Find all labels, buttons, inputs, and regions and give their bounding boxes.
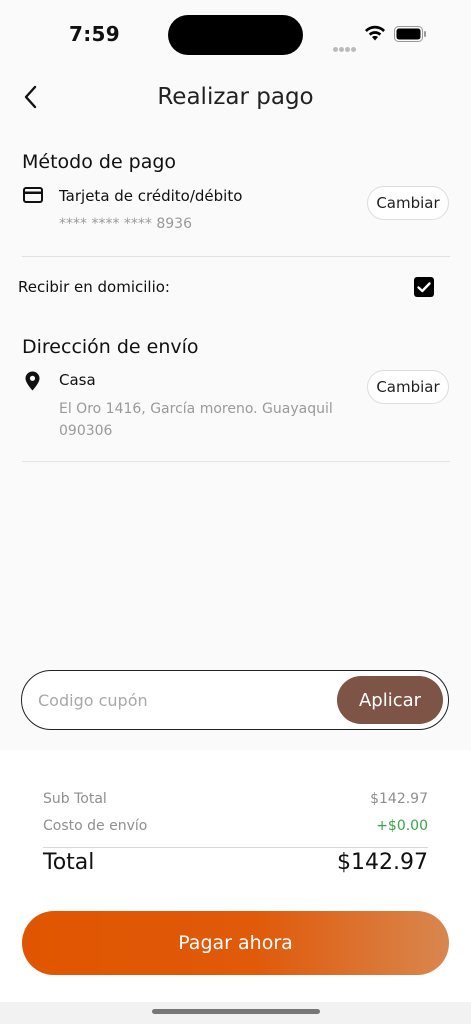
home-indicator[interactable]	[152, 1009, 320, 1014]
wifi-icon	[365, 25, 385, 41]
apply-coupon-button[interactable]: Aplicar	[337, 676, 443, 724]
subtotal-label: Sub Total	[43, 791, 107, 807]
change-payment-button[interactable]: Cambiar	[367, 186, 449, 220]
divider	[22, 461, 450, 462]
address-line-1: El Oro 1416, García moreno. Guayaquil	[59, 401, 333, 417]
home-delivery-checkbox[interactable]	[414, 277, 434, 297]
total-value: $142.97	[337, 850, 428, 875]
cellular-signal-icon	[333, 37, 357, 56]
coupon-field: Aplicar	[21, 670, 449, 730]
dynamic-island	[168, 15, 303, 55]
change-address-button[interactable]: Cambiar	[367, 370, 449, 404]
coupon-input[interactable]	[38, 683, 328, 717]
card-type-label: Tarjeta de crédito/débito	[59, 187, 243, 205]
shipping-cost-label: Costo de envío	[43, 818, 148, 834]
shipping-cost-value: +$0.00	[376, 818, 428, 834]
address-name: Casa	[59, 371, 96, 389]
home-delivery-label: Recibir en domicilio:	[18, 278, 170, 296]
page-title: Realizar pago	[157, 84, 314, 110]
card-number: **** **** **** 8936	[59, 216, 192, 232]
shipping-cost-row: Costo de envío +$0.00	[43, 818, 428, 834]
battery-icon	[394, 26, 426, 42]
total-label: Total	[43, 850, 95, 875]
payment-method-title: Método de pago	[22, 151, 177, 173]
status-time: 7:59	[69, 22, 120, 46]
checkmark-icon	[417, 282, 431, 293]
address-line-2: 090306	[59, 423, 113, 439]
subtotal-value: $142.97	[370, 791, 428, 807]
pay-now-button[interactable]: Pagar ahora	[22, 911, 449, 975]
location-pin-icon	[25, 371, 40, 391]
status-bar: 7:59	[0, 0, 471, 70]
subtotal-row: Sub Total $142.97	[43, 791, 428, 807]
divider	[22, 256, 450, 257]
shipping-address-title: Dirección de envío	[22, 336, 199, 358]
total-row: Total $142.97	[43, 850, 428, 875]
summary-divider	[43, 847, 428, 848]
order-summary: Sub Total $142.97 Costo de envío +$0.00 …	[0, 750, 471, 1002]
credit-card-icon	[23, 187, 43, 203]
